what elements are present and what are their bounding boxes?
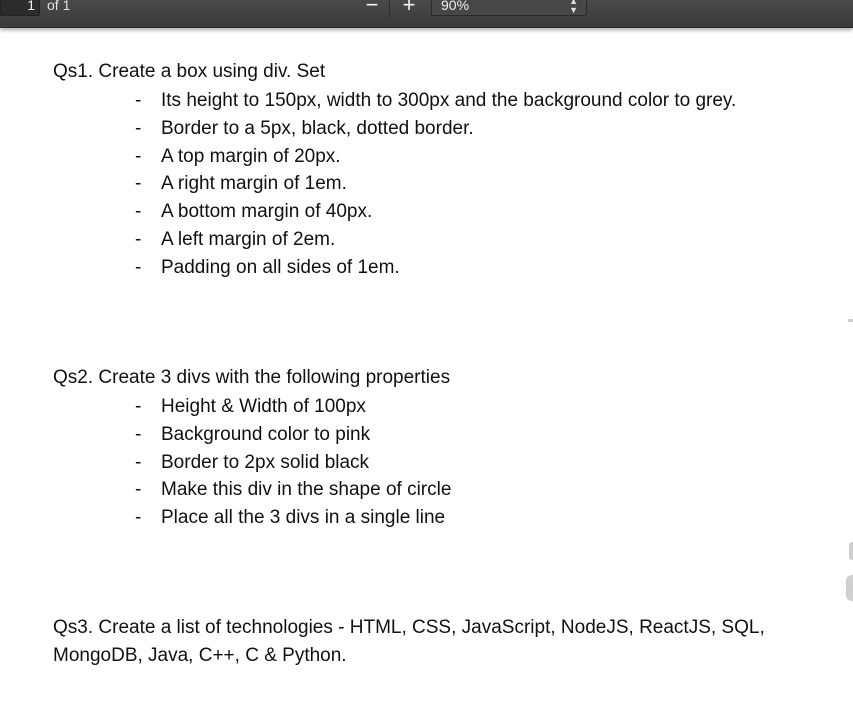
page-count-label: of 1 [47,0,71,13]
scroll-marker [849,542,853,560]
bullet-text: Place all the 3 divs in a single line [161,507,446,529]
bullet-dash: - [135,256,142,278]
scroll-marker [846,575,853,601]
document-page: Qs1. Create a box using div. Set - Its he… [0,27,853,706]
bullet-text: A left margin of 2em. [161,228,336,250]
bullet-text: Border to a 5px, black, dotted border. [161,117,474,139]
bullet-text: Make this div in the shape of circle [161,479,452,501]
zoom-select[interactable]: 90% ▲ ▼ [431,0,587,16]
pdf-toolbar: 1 of 1 − + 90% ▲ ▼ [0,0,853,28]
bullet-dash: - [135,451,142,473]
zoom-value: 90% [441,0,470,13]
bullet-dash: - [135,117,142,139]
bullet-text: Height & Width of 100px [161,396,366,417]
q3-line-2: MongoDB, Java, C++, C & Python. [53,645,347,666]
bullet-dash: - [135,90,142,111]
q1-title: Qs1. Create a box using div. Set [53,61,326,82]
bullet-text: Its height to 150px, width to 300px and … [161,90,737,111]
page-number-input[interactable]: 1 [0,0,40,16]
bullet-dash: - [135,145,142,167]
bullet-dash: - [135,396,142,417]
bullet-text: Padding on all sides of 1em. [161,256,400,278]
bullet-dash: - [135,228,142,250]
bullet-dash: - [135,201,142,223]
bullet-dash: - [135,507,142,529]
zoom-out-button[interactable]: − [359,0,385,19]
bullet-dash: - [135,479,142,501]
bullet-dash: - [135,423,142,445]
q3-line-1: Qs3. Create a list of technologies - HTM… [53,617,765,638]
select-arrows-icon: ▲ ▼ [569,0,578,15]
bullet-text: Background color to pink [161,423,371,445]
bullet-dash: - [135,173,142,195]
bullet-text: A top margin of 20px. [161,145,341,167]
toolbar-divider [389,0,390,18]
bullet-text: A right margin of 1em. [161,173,347,195]
q2-title: Qs2. Create 3 divs with the following pr… [53,367,451,388]
scroll-marker [848,319,853,322]
zoom-in-button[interactable]: + [396,0,422,19]
bullet-text: A bottom margin of 40px. [161,201,373,223]
bullet-text: Border to 2px solid black [161,451,370,473]
